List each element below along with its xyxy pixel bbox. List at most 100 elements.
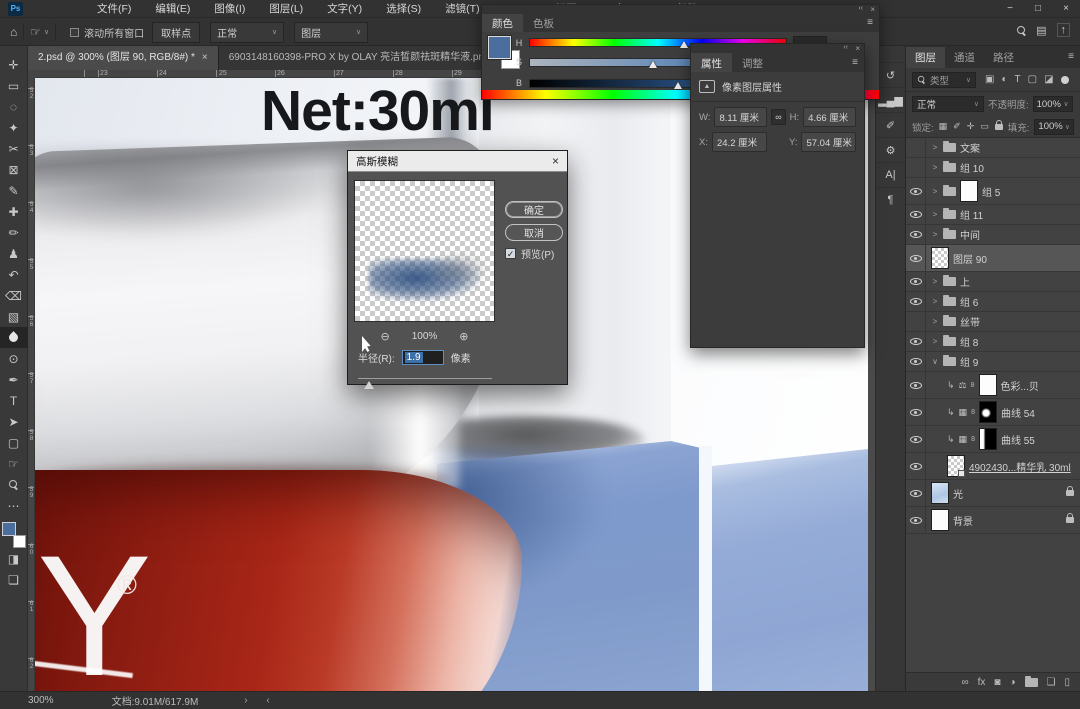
visibility-cell[interactable]	[906, 332, 926, 351]
blend-mode-select[interactable]: 正常 ∨	[912, 96, 984, 112]
workspace-switcher-icon[interactable]: ▤	[1036, 24, 1046, 37]
toolbar-color-swatches[interactable]	[1, 522, 26, 548]
visibility-cell[interactable]	[906, 178, 926, 204]
panel-menu-icon[interactable]: ≡	[867, 17, 873, 28]
brush-tool[interactable]: ✏	[0, 222, 28, 243]
lasso-tool[interactable]: ◌	[0, 96, 28, 117]
layer-row[interactable]: ↳ ▦ 8 曲线 55	[906, 426, 1080, 453]
document-tab-0[interactable]: 2.psd @ 300% (图层 90, RGB/8#) * ×	[28, 46, 219, 70]
expand-caret-icon[interactable]: >	[931, 317, 939, 326]
adjustments-panel-icon[interactable]: ⚙	[875, 137, 906, 162]
view-select[interactable]: 图层 ∨	[294, 21, 369, 43]
layer-thumbnail[interactable]	[931, 509, 949, 531]
layer-thumbnail[interactable]	[931, 247, 949, 269]
layer-filter-type-select[interactable]: 类型 ∨	[912, 71, 976, 88]
brush-settings-panel-icon[interactable]: ✐	[875, 112, 906, 137]
filter-adjustment-icon[interactable]: ◐	[1001, 74, 1007, 85]
visibility-cell[interactable]	[906, 158, 926, 177]
dialog-close-icon[interactable]: ×	[552, 154, 559, 168]
visibility-cell[interactable]	[906, 312, 926, 331]
visibility-cell[interactable]	[906, 507, 926, 533]
layer-row[interactable]: 光	[906, 480, 1080, 507]
layer-row[interactable]: > 组 6	[906, 292, 1080, 312]
layer-thumbnail[interactable]	[947, 455, 965, 477]
lock-paint-icon[interactable]: ✐	[953, 121, 961, 132]
menu-item-3[interactable]: 图层(L)	[257, 0, 315, 18]
slider-handle[interactable]	[679, 41, 688, 48]
scroll-all-checkbox[interactable]	[70, 27, 80, 37]
zoom-level-field[interactable]: 300%	[28, 695, 54, 706]
layer-row[interactable]: 背景	[906, 507, 1080, 534]
close-panel-icon[interactable]: ×	[870, 5, 875, 14]
pen-tool[interactable]: ✒	[0, 369, 28, 390]
eraser-tool[interactable]: ⌫	[0, 285, 28, 306]
layer-row[interactable]: > 组 11	[906, 205, 1080, 225]
toolbar-background-swatch[interactable]	[12, 535, 26, 548]
gradient-tool[interactable]: ▧	[0, 306, 28, 327]
visibility-cell[interactable]	[906, 352, 926, 371]
minimize-button[interactable]: −	[996, 0, 1024, 18]
histogram-panel-icon[interactable]: ▂▄▆	[875, 87, 906, 112]
filter-pixel-icon[interactable]: ▣	[985, 74, 994, 85]
layer-row[interactable]: 图层 90	[906, 245, 1080, 272]
character-panel-icon[interactable]: A|	[875, 162, 906, 187]
layer-row[interactable]: > 组 10	[906, 158, 1080, 178]
dodge-tool[interactable]: ⊙	[0, 348, 28, 369]
collapse-panel-icon[interactable]: ‹‹	[858, 5, 863, 12]
maximize-button[interactable]: □	[1024, 0, 1052, 18]
home-icon[interactable]: ⌂	[10, 25, 17, 39]
expand-caret-icon[interactable]: ∨	[931, 357, 939, 366]
fill-input[interactable]: 100% ∨	[1034, 118, 1074, 135]
preview-checkbox[interactable]: ✓	[505, 248, 516, 259]
status-menu-arrows[interactable]: › ‹	[244, 695, 277, 706]
lock-transparent-icon[interactable]: ▦	[939, 121, 948, 132]
close-button[interactable]: ×	[1052, 0, 1080, 18]
close-panel-icon[interactable]: ×	[855, 44, 860, 53]
foreground-color-swatch[interactable]	[487, 35, 512, 60]
expand-caret-icon[interactable]: >	[931, 163, 939, 172]
layers-tab-0[interactable]: 图层	[906, 47, 945, 68]
chevron-down-icon[interactable]: ∨	[44, 28, 49, 36]
layer-row[interactable]: > 丝带	[906, 312, 1080, 332]
visibility-cell[interactable]	[906, 372, 926, 398]
layer-mask-icon[interactable]: ◙	[994, 677, 1000, 688]
tab-close-icon[interactable]: ×	[202, 52, 208, 63]
expand-caret-icon[interactable]: >	[931, 143, 939, 152]
panel-menu-icon[interactable]: ≡	[852, 57, 858, 68]
healing-brush-tool[interactable]: ✚	[0, 201, 28, 222]
history-brush-tool[interactable]: ↶	[0, 264, 28, 285]
lock-move-icon[interactable]: ✛	[967, 121, 975, 132]
path-select-tool[interactable]: ➤	[0, 411, 28, 432]
layer-row[interactable]: ∨ 组 9	[906, 352, 1080, 372]
layer-row[interactable]: > 中间	[906, 225, 1080, 245]
blur-preview[interactable]	[354, 180, 495, 322]
link-layers-icon[interactable]: ∞	[962, 677, 969, 688]
filter-type-icon[interactable]: T	[1015, 74, 1021, 85]
eyedropper-tool[interactable]: ✎	[0, 180, 28, 201]
zoom-out-icon[interactable]: ⊖	[380, 330, 389, 343]
visibility-cell[interactable]	[906, 480, 926, 506]
layer-thumbnail[interactable]	[978, 374, 997, 396]
expand-caret-icon[interactable]: >	[931, 230, 939, 239]
lock-all-icon[interactable]	[994, 119, 1003, 130]
layer-thumbnail[interactable]	[978, 428, 997, 450]
color-tab-1[interactable]: 色板	[523, 14, 564, 32]
visibility-cell[interactable]	[906, 138, 926, 157]
zoom-tool[interactable]	[0, 474, 28, 495]
radius-slider-track[interactable]	[358, 378, 492, 379]
layer-row[interactable]: > 上	[906, 272, 1080, 292]
ok-button[interactable]: 确定	[505, 201, 563, 218]
color-tab-0[interactable]: 颜色	[482, 14, 523, 32]
expand-caret-icon[interactable]: >	[931, 337, 939, 346]
link-dimensions-icon[interactable]: ∞	[771, 109, 786, 125]
sample-point-field[interactable]: 取样点	[152, 21, 201, 43]
layer-thumbnail[interactable]	[978, 401, 997, 423]
marquee-tool[interactable]: ▭	[0, 75, 28, 96]
slider-handle[interactable]	[674, 81, 683, 89]
layer-effects-icon[interactable]: fx	[978, 677, 986, 688]
adjustment-layer-icon[interactable]: ◑	[1009, 677, 1015, 688]
mode-select[interactable]: 正常 ∨	[210, 21, 285, 43]
share-icon[interactable]: ↑	[1056, 23, 1070, 37]
layer-thumbnail[interactable]	[960, 180, 978, 202]
paragraph-panel-icon[interactable]: ¶	[875, 187, 906, 212]
